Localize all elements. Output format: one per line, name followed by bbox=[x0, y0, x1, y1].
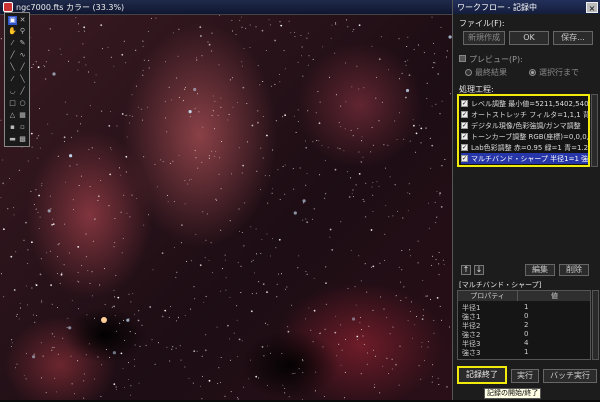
select-icon[interactable]: ▣ bbox=[8, 16, 17, 25]
table-row[interactable]: 半径1 1 bbox=[458, 303, 590, 312]
new-button[interactable]: 新規作成 bbox=[463, 31, 505, 45]
edit-button[interactable]: 編集 bbox=[525, 264, 555, 276]
props-title: [マルチバンド・シャープ] bbox=[459, 281, 542, 289]
table-row[interactable]: 半径2 2 bbox=[458, 321, 590, 330]
cross-icon[interactable]: ✕ bbox=[18, 16, 27, 25]
star-field bbox=[0, 15, 452, 401]
properties-table[interactable]: プロパティ 値 半径1 1 強さ1 0 半径2 2 強さ2 0 半径3 4 強さ3 1 bbox=[457, 290, 591, 360]
step-item-selected[interactable]: ✓ マルチバンド・シャープ 半径1=1 強さ1 bbox=[461, 153, 588, 164]
workflow-title: ワークフロー - 記録中 bbox=[457, 2, 537, 12]
app-icon bbox=[3, 2, 13, 12]
text-icon[interactable]: ▦ bbox=[18, 111, 27, 120]
preview-checkbox[interactable] bbox=[459, 55, 466, 62]
workflow-panel: ワークフロー - 記録中 × ファイル(F): 新規作成 OK 保存... プレ… bbox=[452, 0, 600, 400]
smudge-icon[interactable]: ╲ bbox=[18, 75, 27, 84]
workflow-titlebar[interactable]: ワークフロー - 記録中 × bbox=[453, 0, 600, 14]
wand-icon[interactable]: ⁄ bbox=[8, 75, 17, 84]
run-button[interactable]: 実行 bbox=[511, 369, 539, 383]
eraser-icon[interactable]: ▫ bbox=[18, 123, 27, 132]
preview-final-radio[interactable] bbox=[465, 69, 472, 76]
preview-final-label: 最終結果 bbox=[475, 68, 507, 77]
step-checkbox[interactable]: ✓ bbox=[461, 133, 468, 140]
eyedropper-icon[interactable]: ⁄ bbox=[8, 39, 17, 48]
ellipse-icon[interactable]: ○ bbox=[18, 99, 27, 108]
props-header-value: 値 bbox=[518, 291, 590, 301]
step-checkbox[interactable]: ✓ bbox=[461, 155, 468, 162]
image-window: ngc7000.fts カラー (33.3%) ▣ ✕ ✋ ⚲ ⁄ ✎ ╱ ∿ … bbox=[0, 0, 452, 401]
preview-selected-radio[interactable] bbox=[529, 69, 536, 76]
zoom-icon[interactable]: ⚲ bbox=[18, 27, 27, 36]
close-button[interactable]: × bbox=[586, 1, 598, 13]
lasso-icon[interactable]: ◡ bbox=[8, 87, 17, 96]
props-scrollbar[interactable] bbox=[592, 290, 599, 360]
curve-icon[interactable]: ∿ bbox=[18, 51, 27, 60]
batch-run-button[interactable]: バッチ実行 bbox=[543, 369, 597, 383]
props-header-property: プロパティ bbox=[458, 291, 518, 301]
poly-icon[interactable]: △ bbox=[8, 111, 17, 120]
line-icon[interactable]: ╱ bbox=[8, 51, 17, 60]
brush-icon[interactable]: ╲ bbox=[8, 63, 17, 72]
stamp-icon[interactable]: ╱ bbox=[18, 87, 27, 96]
file-label: ファイル(F): bbox=[459, 19, 505, 28]
spray-icon[interactable]: ╱ bbox=[18, 63, 27, 72]
save-button[interactable]: 保存... bbox=[553, 31, 593, 45]
step-item[interactable]: ✓ デジタル現像/色彩強調/ガンマ調整 bbox=[461, 120, 588, 131]
step-checkbox[interactable]: ✓ bbox=[461, 111, 468, 118]
tool-palette: ▣ ✕ ✋ ⚲ ⁄ ✎ ╱ ∿ ╲ ╱ ⁄ ╲ ◡ ╱ □ ○ △ ▦ ▪ ▫ … bbox=[4, 12, 30, 147]
step-item[interactable]: ✓ レベル調整 最小値=5211,5402,5402 bbox=[461, 98, 588, 109]
pencil-icon[interactable]: ✎ bbox=[18, 39, 27, 48]
step-checkbox[interactable]: ✓ bbox=[461, 122, 468, 129]
ok-button[interactable]: OK bbox=[509, 31, 549, 45]
measure-icon[interactable]: ▬ bbox=[8, 135, 17, 144]
step-item[interactable]: ✓ トーンカーブ調整 RGB(座標)=0,0,0,2 bbox=[461, 131, 588, 142]
step-checkbox[interactable]: ✓ bbox=[461, 144, 468, 151]
steps-list[interactable]: ✓ レベル調整 最小値=5211,5402,5402 ✓ オートストレッチ フィルタ… bbox=[457, 94, 590, 167]
tooltip: 記録の開始/終了 bbox=[484, 388, 542, 399]
table-row[interactable]: 強さ3 1 bbox=[458, 348, 590, 357]
step-item[interactable]: ✓オートストレッチ フィルタ=1,1,1 背景=2 bbox=[461, 109, 588, 120]
table-row[interactable]: 強さ2 0 bbox=[458, 330, 590, 339]
grab-icon[interactable]: ✋ bbox=[8, 27, 17, 36]
image-titlebar[interactable]: ngc7000.fts カラー (33.3%) bbox=[0, 0, 452, 15]
steps-scrollbar[interactable] bbox=[591, 94, 598, 167]
delete-button[interactable]: 削除 bbox=[559, 264, 589, 276]
step-checkbox[interactable]: ✓ bbox=[461, 100, 468, 107]
rect-icon[interactable]: □ bbox=[8, 99, 17, 108]
move-down-button[interactable]: ↓ bbox=[474, 265, 484, 275]
preview-selected-label: 選択行まで bbox=[539, 68, 579, 77]
step-item[interactable]: ✓ Lab色彩調整 赤=0.95 緑=1 青=1.2 bbox=[461, 142, 588, 153]
table-row[interactable]: 強さ1 0 bbox=[458, 312, 590, 321]
grid-icon[interactable]: ▩ bbox=[18, 135, 27, 144]
nebula-image[interactable] bbox=[0, 15, 452, 401]
image-title: ngc7000.fts カラー (33.3%) bbox=[16, 2, 125, 12]
move-up-button[interactable]: ↑ bbox=[461, 265, 471, 275]
record-end-button[interactable]: 記録終了 bbox=[457, 366, 507, 384]
preview-label: プレビュー(P): bbox=[469, 55, 523, 64]
fill-icon[interactable]: ▪ bbox=[8, 123, 17, 132]
table-row[interactable]: 半径3 4 bbox=[458, 339, 590, 348]
